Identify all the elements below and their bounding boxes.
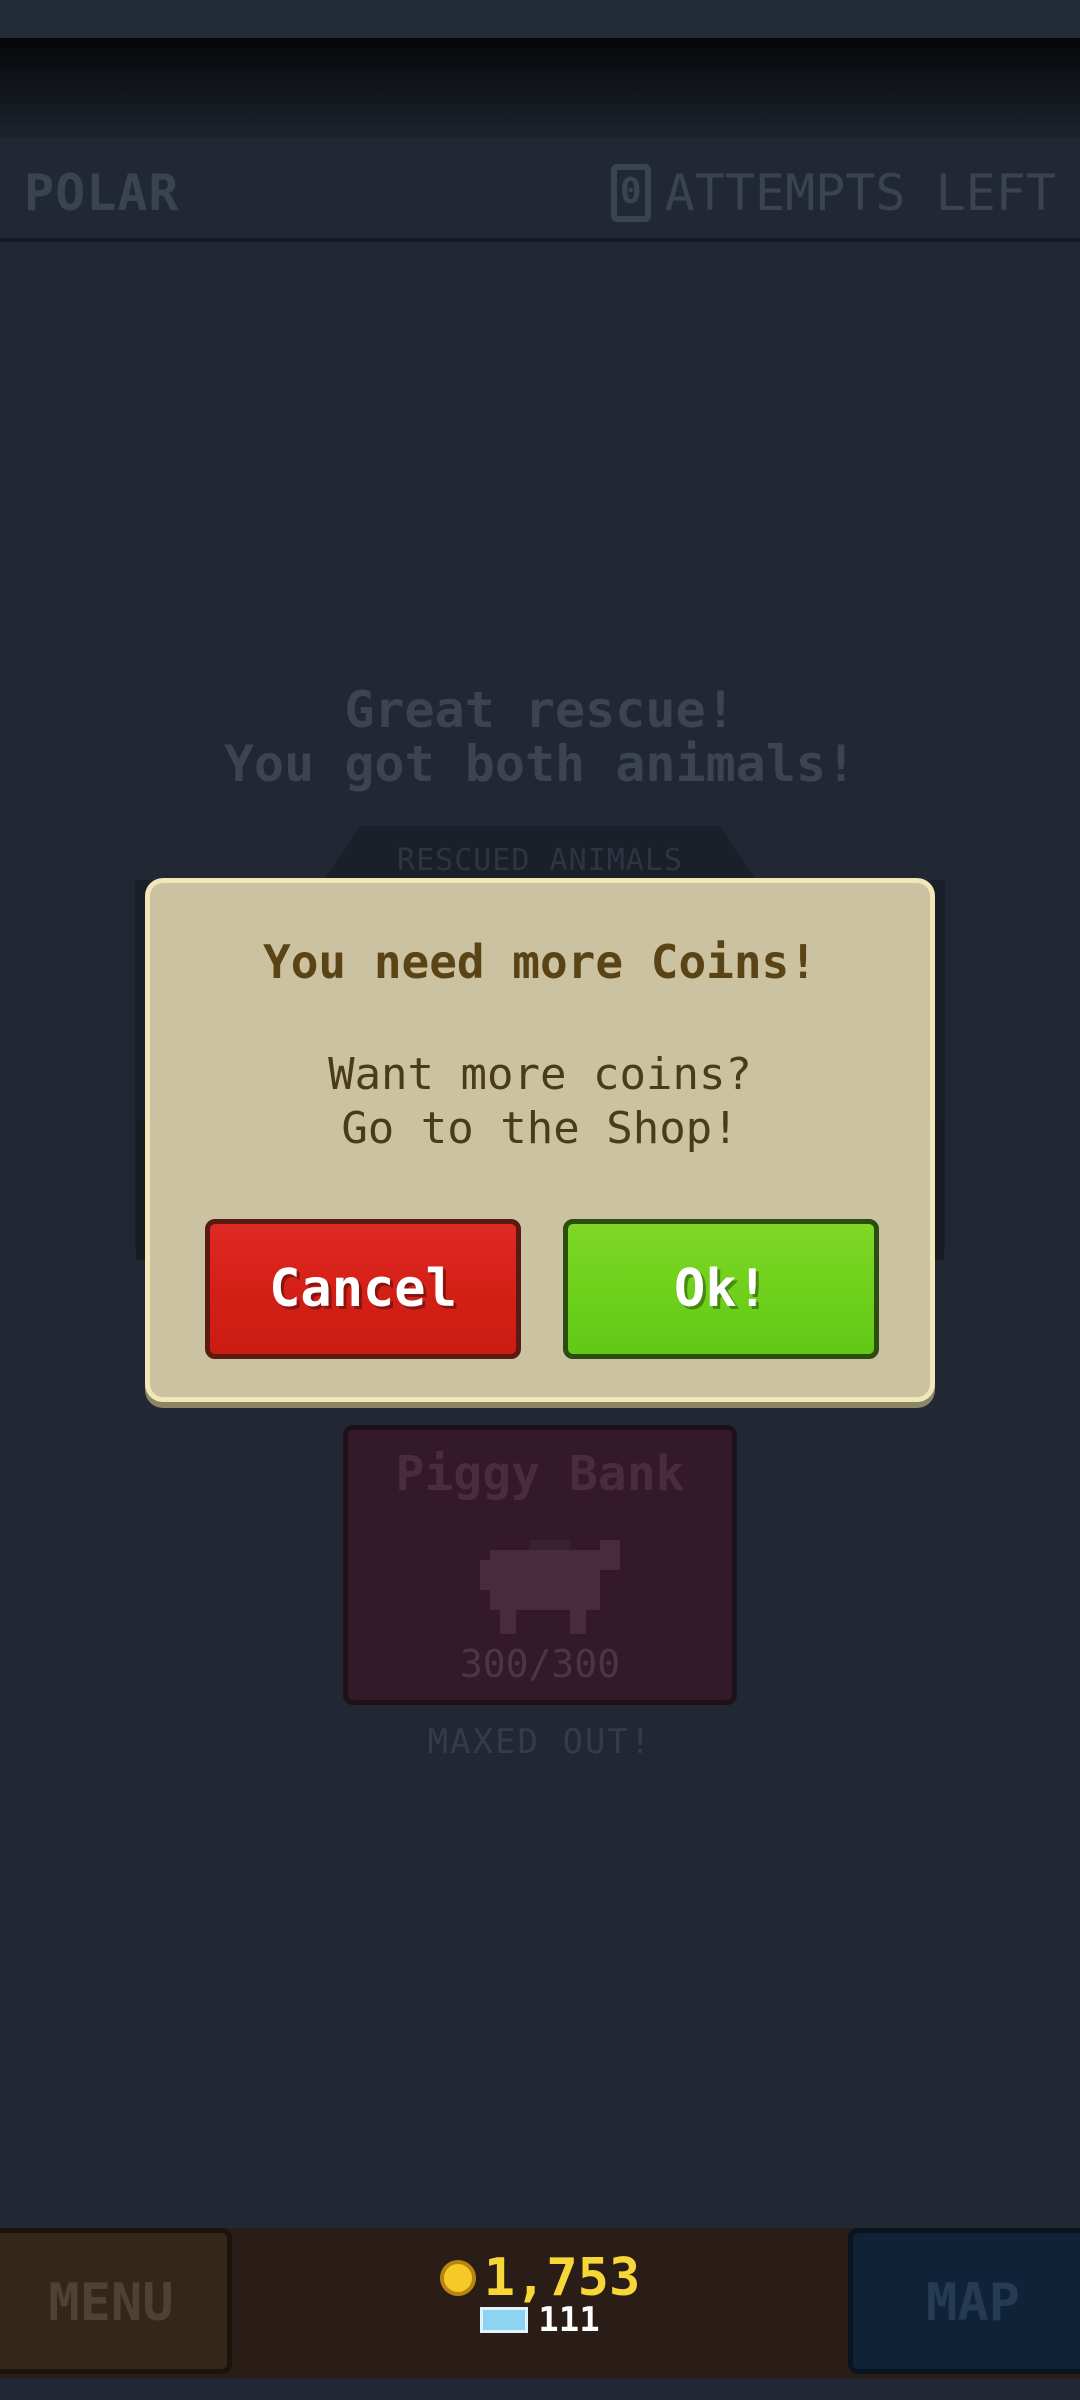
piggy-bank-count: 300/300 [459,1642,621,1686]
dialog-body-line2: Go to the Shop! [341,1103,739,1154]
attempts-label: ATTEMPTS LEFT [664,164,1056,222]
piggy-bank-title: Piggy Bank [395,1446,685,1502]
top-shadow [0,38,1080,138]
attempts-indicator: 0 ATTEMPTS LEFT [610,164,1056,222]
gem-balance: 111 [0,2300,1080,2340]
ok-button[interactable]: Ok! [563,1219,879,1359]
coin-balance: 1,753 [0,2248,1080,2308]
rescue-message-line2: You got both animals! [223,735,857,793]
cancel-button[interactable]: Cancel [205,1219,521,1359]
dialog-title: You need more Coins! [263,935,817,989]
gem-icon [480,2307,529,2333]
status-bar [0,0,1080,38]
rescue-message-line1: Great rescue! [344,681,736,739]
navigation-strip [0,2378,1080,2400]
coin-icon [439,2260,476,2296]
piggy-bank-icon [480,1540,620,1634]
header-bar: POLAR 0 ATTEMPTS LEFT [0,138,1080,242]
coin-value: 1,753 [483,2248,641,2308]
need-coins-dialog: You need more Coins! Want more coins? Go… [145,878,935,1402]
rescued-animals-tab: RESCUED ANIMALS [320,826,760,886]
gem-value: 111 [538,2300,600,2340]
maxed-out-label: MAXED OUT! [427,1722,653,1762]
piggy-bank-card[interactable]: Piggy Bank 300/300 [343,1425,737,1705]
region-name: POLAR [24,164,180,222]
attempts-count: 0 [610,164,651,222]
dialog-body-line1: Want more coins? [328,1049,752,1100]
